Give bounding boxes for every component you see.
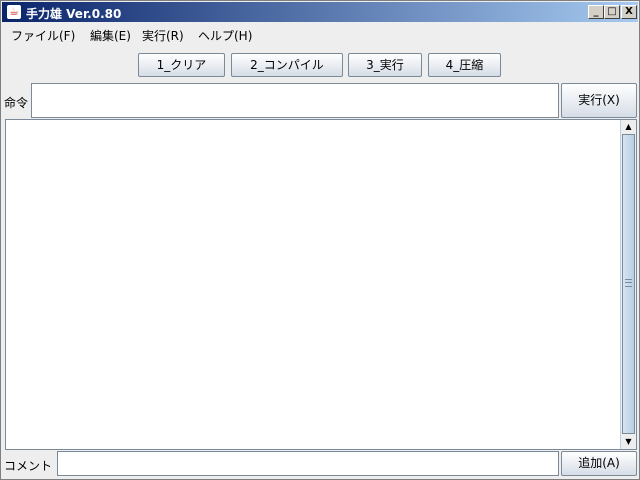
compress-button[interactable]: 4_圧縮	[428, 53, 501, 77]
menu-bar: ファイル(F) 編集(E) 実行(R) ヘルプ(H)	[2, 23, 638, 45]
compile-button[interactable]: 2_コンパイル	[231, 53, 343, 77]
scroll-down-icon[interactable]: ▼	[621, 435, 636, 449]
command-label: 命令	[4, 96, 29, 110]
title-bar[interactable]: ☕ 手力雄 Ver.0.80 _ □ X	[2, 2, 638, 22]
grip-icon	[625, 279, 632, 287]
window-title: 手力雄 Ver.0.80	[26, 7, 122, 21]
scroll-thumb[interactable]	[622, 134, 635, 434]
comment-label: コメント	[4, 459, 53, 473]
menu-file[interactable]: ファイル(F)	[11, 27, 75, 44]
close-button[interactable]: X	[621, 5, 637, 19]
scroll-up-icon[interactable]: ▲	[621, 120, 636, 134]
add-comment-button[interactable]: 追加(A)	[561, 451, 637, 476]
comment-input[interactable]	[57, 451, 559, 476]
output-area[interactable]: ▲ ▼	[5, 119, 637, 450]
clear-button[interactable]: 1_クリア	[138, 53, 225, 77]
java-coffee-icon: ☕	[7, 5, 21, 19]
execute-button[interactable]: 実行(X)	[561, 83, 637, 118]
command-input[interactable]	[31, 83, 559, 118]
maximize-button[interactable]: □	[604, 5, 620, 19]
app-window: ☕ 手力雄 Ver.0.80 _ □ X ファイル(F) 編集(E) 実行(R)…	[0, 0, 640, 480]
run-button[interactable]: 3_実行	[348, 53, 422, 77]
menu-help[interactable]: ヘルプ(H)	[198, 27, 252, 44]
menu-run[interactable]: 実行(R)	[142, 27, 184, 44]
menu-edit[interactable]: 編集(E)	[90, 27, 131, 44]
vertical-scrollbar[interactable]: ▲ ▼	[620, 120, 636, 449]
minimize-button[interactable]: _	[588, 5, 604, 19]
